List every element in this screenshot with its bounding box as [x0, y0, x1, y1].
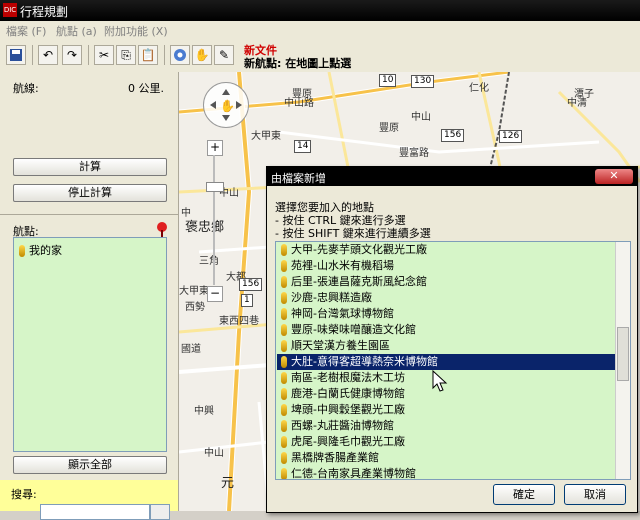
paste-icon[interactable]: 📋 — [138, 45, 158, 65]
road-shield: 126 — [499, 130, 523, 143]
road-shield: 156 — [441, 129, 465, 142]
left-panel: 航線: 0 公里. 計算 停止計算 航點: 我的家 顯示全部 搜尋: — [0, 72, 179, 520]
lightbulb-icon — [281, 276, 287, 288]
lightbulb-icon — [281, 260, 287, 272]
map-label: 大甲東 — [179, 286, 209, 297]
zoom-out-button[interactable]: − — [207, 286, 223, 302]
copy-icon[interactable]: ⎘ — [116, 45, 136, 65]
search-button[interactable] — [150, 504, 170, 520]
list-item-selected[interactable]: 大肚-意得客超導熱奈米博物館 — [277, 354, 615, 370]
pencil-icon[interactable]: ✎ — [214, 45, 234, 65]
add-from-file-dialog: 由檔案新增 ✕ 選擇您要加入的地點 - 按住 CTRL 鍵來進行多選 - 按住 … — [266, 166, 638, 513]
ok-button[interactable]: 確定 — [493, 484, 555, 505]
map-label: 元 — [221, 476, 235, 491]
undo-icon[interactable]: ↶ — [38, 45, 58, 65]
list-item[interactable]: 神岡-台灣氣球博物館 — [277, 306, 615, 322]
map-label: 中山 — [411, 112, 431, 123]
lightbulb-icon — [281, 292, 287, 304]
svg-text:✋: ✋ — [220, 99, 235, 113]
map-label: 中山 — [204, 448, 224, 459]
list-item[interactable]: 沙鹿-忠興糕造廠 — [277, 290, 615, 306]
map-label: 中興 — [194, 406, 214, 417]
title-bar: DIC 行程規劃 — [0, 0, 640, 21]
lightbulb-icon — [281, 436, 287, 448]
save-icon[interactable] — [6, 45, 26, 65]
list-item[interactable]: 仁德-台南家具產業博物館 — [277, 466, 615, 479]
stop-calculate-button[interactable]: 停止計算 — [13, 184, 167, 202]
list-item[interactable]: 埤頭-中興穀堡觀光工廠 — [277, 402, 615, 418]
app-icon: DIC — [3, 3, 17, 17]
redo-icon[interactable]: ↷ — [62, 45, 82, 65]
map-label: 豐富路 — [399, 148, 429, 159]
search-label: 搜尋: — [11, 488, 37, 501]
lightbulb-icon — [281, 452, 287, 464]
menu-file[interactable]: 檔案 (F) — [6, 23, 46, 39]
list-item[interactable]: 我的家 — [19, 242, 62, 258]
list-item[interactable]: 西螺-丸莊醬油博物館 — [277, 418, 615, 434]
lightbulb-icon — [281, 372, 287, 384]
mouse-cursor-icon — [432, 370, 448, 392]
lightbulb-icon — [281, 404, 287, 416]
map-label: 中清 — [567, 98, 587, 109]
zoom-slider[interactable] — [213, 155, 215, 285]
road-shield: 130 — [411, 75, 435, 88]
map-label: 三角 — [199, 256, 219, 267]
map-label: 大甲東 — [251, 131, 281, 142]
list-item[interactable]: 大甲-先麥芋頭文化觀光工廠 — [277, 242, 615, 258]
map-label: 褒忠鄉 — [185, 220, 225, 235]
lightbulb-icon — [281, 468, 287, 479]
lightbulb-icon — [281, 340, 287, 352]
route-distance: 0 公里. — [128, 82, 164, 95]
navigate-icon[interactable] — [170, 45, 190, 65]
waypoint-list[interactable]: 我的家 — [13, 237, 167, 452]
search-area: 搜尋: — [0, 480, 178, 520]
search-input[interactable] — [40, 504, 150, 520]
list-item[interactable]: 順天堂漢方養生園區 — [277, 338, 615, 354]
show-all-button[interactable]: 顯示全部 — [13, 456, 167, 474]
map-label: 中山路 — [284, 98, 314, 109]
hand-icon[interactable]: ✋ — [192, 45, 212, 65]
list-item[interactable]: 后里-張連昌薩克斯風紀念館 — [277, 274, 615, 290]
map-label: 豐原 — [379, 123, 399, 134]
list-scrollbar[interactable] — [615, 242, 630, 479]
lightbulb-icon — [19, 245, 25, 257]
new-point-hint: 新航點: 在地圖上點選 — [244, 57, 352, 70]
lightbulb-icon — [281, 324, 287, 336]
zoom-thumb[interactable] — [206, 182, 224, 192]
menu-addons[interactable]: 附加功能 (X) — [104, 23, 168, 39]
route-label: 航線: — [13, 82, 39, 95]
list-item[interactable]: 虎尾-興隆毛巾觀光工廠 — [277, 434, 615, 450]
map-label: 仁化 — [469, 83, 489, 94]
road-shield: 1 — [241, 294, 253, 307]
map-label: 西勢 — [185, 302, 205, 313]
list-item[interactable]: 苑裡-山水米有機稻場 — [277, 258, 615, 274]
dialog-title-bar: 由檔案新增 ✕ — [267, 167, 637, 186]
lightbulb-icon — [281, 244, 287, 256]
lightbulb-icon — [281, 420, 287, 432]
lightbulb-icon — [281, 388, 287, 400]
road-shield: 156 — [239, 278, 263, 291]
cut-icon[interactable]: ✂ — [94, 45, 114, 65]
map-label: 國道 — [181, 344, 201, 355]
map-label: 東西四巷 — [219, 316, 259, 327]
zoom-in-button[interactable]: + — [207, 140, 223, 156]
calculate-button[interactable]: 計算 — [13, 158, 167, 176]
lightbulb-icon — [281, 356, 287, 368]
cancel-button[interactable]: 取消 — [564, 484, 626, 505]
scroll-thumb[interactable] — [617, 327, 629, 381]
window-title: 行程規劃 — [20, 5, 69, 19]
menu-bar: 檔案 (F) 航點 (a) 附加功能 (X) — [0, 21, 640, 39]
list-item[interactable]: 黑橋牌香腸產業館 — [277, 450, 615, 466]
close-icon[interactable]: ✕ — [595, 169, 633, 184]
dialog-title: 由檔案新增 — [271, 172, 326, 185]
road-shield: 14 — [294, 140, 312, 153]
menu-waypoint[interactable]: 航點 (a) — [56, 23, 97, 39]
list-item[interactable]: 豐原-味榮味噌釀造文化館 — [277, 322, 615, 338]
instruction-line: - 按住 SHIFT 鍵來進行連續多選 — [275, 227, 431, 240]
lightbulb-icon — [281, 308, 287, 320]
location-list[interactable]: 大甲-先麥芋頭文化觀光工廠 苑裡-山水米有機稻場 后里-張連昌薩克斯風紀念館 沙… — [275, 241, 631, 480]
pan-control[interactable]: ✋ — [203, 82, 249, 128]
road-shield: 10 — [379, 74, 397, 87]
